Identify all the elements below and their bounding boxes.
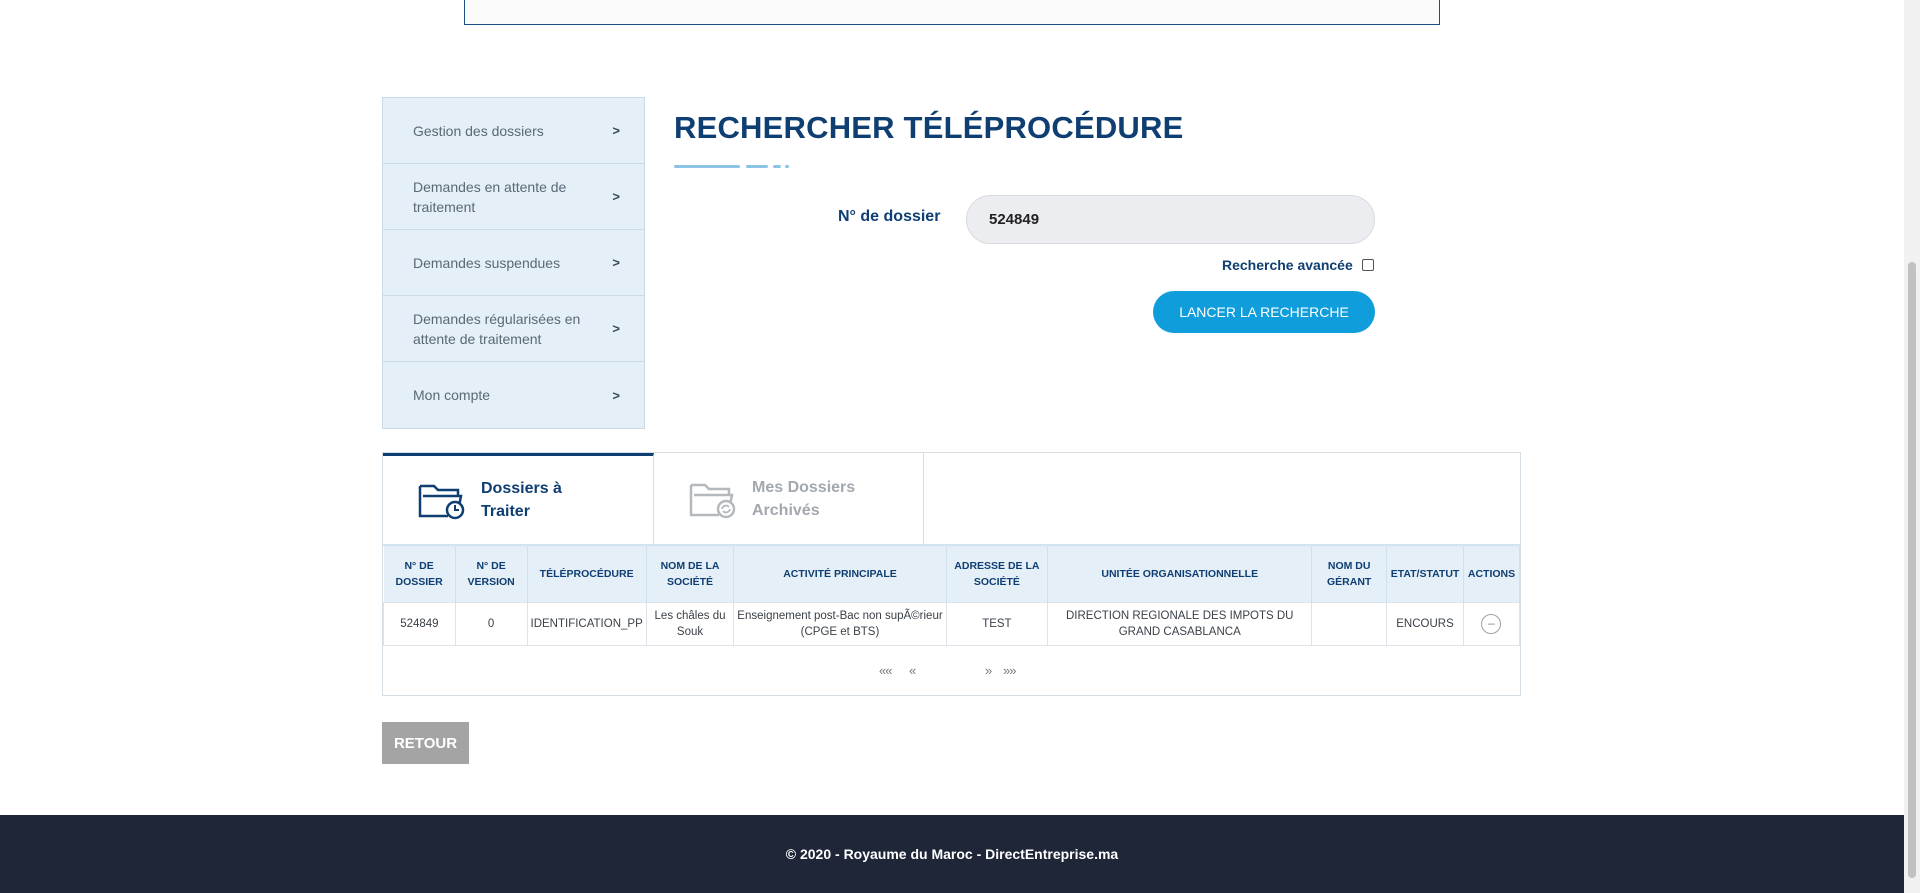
- cell-version: 0: [454, 602, 528, 646]
- row-action-button[interactable]: –: [1481, 614, 1502, 634]
- folder-clock-icon: [418, 484, 465, 520]
- cell-statut: ENCOURS: [1386, 602, 1464, 646]
- chevron-right-icon: >: [612, 123, 620, 138]
- cell-unite: DIRECTION REGIONALE DES IMPOTS DU GRAND …: [1047, 602, 1313, 646]
- dossier-number-label: N° de dossier: [838, 208, 941, 225]
- advanced-search-label: Recherche avancée: [1222, 257, 1353, 273]
- pager-prev-button[interactable]: «: [909, 663, 916, 678]
- advanced-search-checkbox[interactable]: [1362, 259, 1374, 271]
- dossiers-panel: Dossiers à Traiter Mes Dossiers Archivés…: [382, 452, 1521, 696]
- cell-gerant: [1311, 602, 1388, 646]
- sidebar-item-demandes-suspendues[interactable]: Demandes suspendues >: [383, 230, 644, 296]
- retour-button[interactable]: RETOUR: [382, 722, 469, 764]
- column-header[interactable]: TÉLÉPROCÉDURE: [527, 546, 647, 603]
- tab-dossiers-a-traiter[interactable]: Dossiers à Traiter: [383, 453, 654, 544]
- sidebar-item-label: Demandes suspendues: [413, 254, 561, 271]
- footer-copyright: © 2020 - Royaume du Maroc - DirectEntrep…: [785, 846, 1119, 862]
- cell-actions: –: [1462, 602, 1521, 646]
- column-header[interactable]: N° DE VERSION: [455, 546, 528, 603]
- sidebar-item-demandes-regularisees[interactable]: Demandes régularisées en attente de trai…: [383, 296, 644, 362]
- chevron-right-icon: >: [612, 189, 620, 204]
- page-title: RECHERCHER TÉLÉPROCÉDURE: [674, 110, 1184, 145]
- sidebar-item-label: Demandes en attente de traitement: [413, 178, 567, 215]
- column-header[interactable]: ETAT/STATUT: [1386, 546, 1464, 603]
- sidebar-item-label: Mon compte: [413, 387, 491, 403]
- sidebar-item-label: Gestion des dossiers: [413, 122, 544, 139]
- footer: © 2020 - Royaume du Maroc - DirectEntrep…: [0, 815, 1904, 893]
- tab-label: Dossiers à Traiter: [481, 480, 562, 520]
- cell-activite: Enseignement post-Bac non supÃ©rieur (CP…: [733, 602, 947, 646]
- column-header[interactable]: ACTIVITÉ PRINCIPALE: [733, 546, 947, 603]
- tabs-bar: Dossiers à Traiter Mes Dossiers Archivés: [383, 453, 1520, 546]
- column-header[interactable]: NOM DE LA SOCIÉTÉ: [646, 546, 735, 603]
- sidebar: Gestion des dossiers > Demandes en atten…: [382, 97, 645, 429]
- sidebar-item-gestion-dossiers[interactable]: Gestion des dossiers >: [383, 98, 644, 164]
- sidebar-item-mon-compte[interactable]: Mon compte >: [383, 362, 644, 428]
- tab-label: Mes Dossiers Archivés: [752, 478, 856, 519]
- dossier-number-input[interactable]: [966, 195, 1375, 244]
- chevron-right-icon: >: [612, 321, 620, 336]
- chevron-right-icon: >: [612, 255, 620, 270]
- cell-teleprocedure: IDENTIFICATION_PP: [526, 602, 647, 646]
- column-header: ACTIONS: [1463, 546, 1521, 603]
- folder-refresh-icon: [689, 483, 736, 518]
- tab-mes-dossiers-archives[interactable]: Mes Dossiers Archivés: [654, 453, 924, 544]
- cell-societe: Les châles du Souk: [645, 602, 735, 646]
- cell-adresse: TEST: [945, 602, 1049, 646]
- chevron-right-icon: >: [612, 387, 620, 403]
- scrollbar-thumb[interactable]: [1908, 262, 1916, 878]
- search-button[interactable]: LANCER LA RECHERCHE: [1153, 291, 1375, 333]
- pager-last-button[interactable]: »»: [1003, 663, 1017, 678]
- column-header[interactable]: NOM DU GÉRANT: [1311, 546, 1388, 603]
- column-header[interactable]: ADRESSE DE LA SOCIÉTÉ: [946, 546, 1049, 603]
- table-header-row: N° DE DOSSIER N° DE VERSION TÉLÉPROCÉDUR…: [383, 546, 1521, 603]
- sidebar-item-demandes-attente[interactable]: Demandes en attente de traitement >: [383, 164, 644, 230]
- sidebar-item-label: Demandes régularisées en attente de trai…: [413, 310, 581, 347]
- column-header[interactable]: N° DE DOSSIER: [383, 546, 456, 603]
- cell-dossier: 524849: [383, 602, 456, 646]
- top-frame-box: [464, 0, 1440, 25]
- pager-first-button[interactable]: ««: [879, 663, 893, 678]
- table-row[interactable]: 524849 0 IDENTIFICATION_PP Les châles du…: [383, 602, 1521, 646]
- pager-next-button[interactable]: »: [985, 663, 992, 678]
- dossiers-table: N° DE DOSSIER N° DE VERSION TÉLÉPROCÉDUR…: [383, 546, 1521, 646]
- column-header[interactable]: UNITÉE ORGANISATIONNELLE: [1047, 546, 1313, 603]
- page-scrollbar[interactable]: [1904, 0, 1920, 893]
